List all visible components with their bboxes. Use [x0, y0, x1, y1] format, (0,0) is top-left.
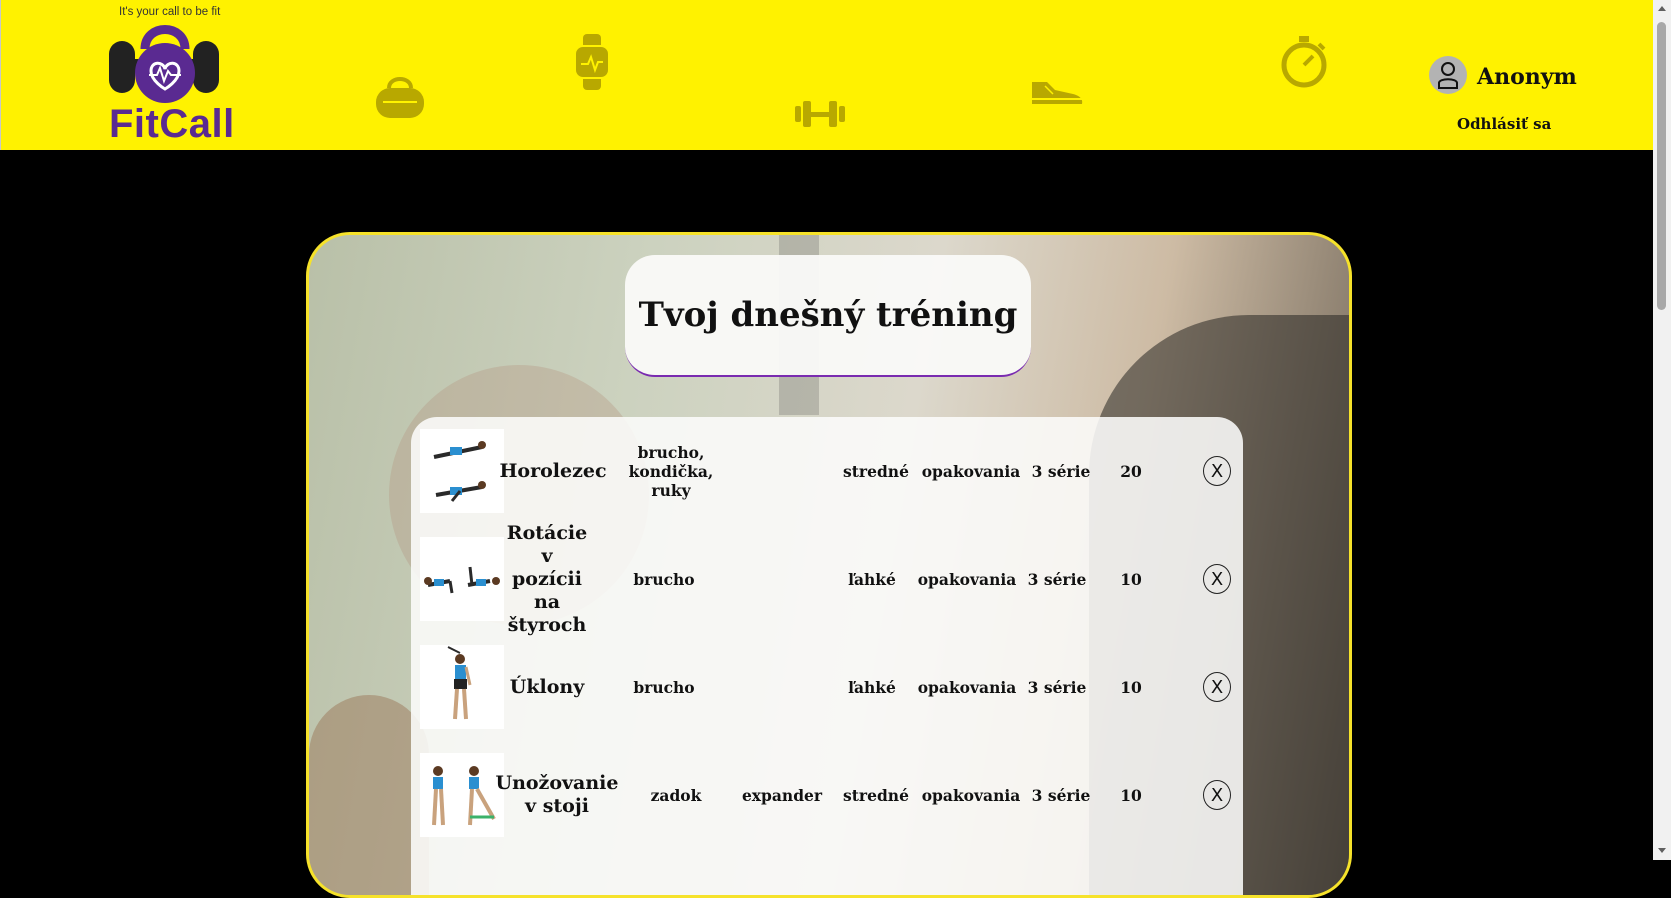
- exercise-equipment: [741, 417, 831, 525]
- exercise-difficulty: stredné: [843, 785, 909, 805]
- exercise-sets: 3 série: [1027, 677, 1087, 697]
- exercise-table: Horolezec brucho, kondička, ruky stredné…: [411, 417, 1243, 895]
- exercise-image: [420, 429, 504, 513]
- exercise-type: opakovania: [921, 785, 1021, 805]
- user-avatar[interactable]: [1429, 56, 1467, 94]
- exercise-count: 10: [1120, 785, 1142, 805]
- site-header: It's your call to be fit FitCall Anonym …: [0, 0, 1654, 150]
- exercise-muscles: brucho, kondička, ruky: [628, 442, 714, 500]
- exercise-equipment: [741, 633, 831, 741]
- exercise-sets: 3 série: [1031, 785, 1091, 805]
- title-box: Tvoj dnešný tréning: [625, 255, 1031, 377]
- sneaker-icon: [1032, 82, 1083, 104]
- exercise-equipment: [741, 525, 831, 633]
- table-row: Rotácie v pozícii na štyroch brucho ľahk…: [411, 521, 1243, 636]
- exercise-muscles: zadok: [650, 785, 702, 805]
- exercise-name: Úklony: [509, 675, 585, 698]
- exercise-count: 10: [1120, 677, 1142, 697]
- gym-bag-icon: [376, 77, 424, 118]
- exercise-difficulty: stredné: [843, 461, 909, 481]
- exercise-name: Unožovanie v stoji: [495, 772, 619, 817]
- exercise-sets: 3 série: [1031, 461, 1091, 481]
- user-icon: [1438, 62, 1458, 89]
- page-scrollbar[interactable]: [1653, 0, 1671, 860]
- table-row: Unožovanie v stoji zadok expander stredn…: [411, 741, 1243, 849]
- exercise-name: Rotácie v pozícii na štyroch: [506, 521, 588, 636]
- exercise-count: 10: [1120, 569, 1142, 589]
- exercise-type: opakovania: [917, 677, 1017, 697]
- exercise-sets: 3 série: [1027, 569, 1087, 589]
- remove-exercise-button[interactable]: X: [1203, 780, 1231, 810]
- workout-card: Tvoj dnešný tréning Horolezec brucho, ko…: [306, 232, 1352, 898]
- page-title: Tvoj dnešný tréning: [638, 295, 1018, 335]
- scroll-down-arrow[interactable]: [1658, 848, 1666, 853]
- exercise-image: [420, 645, 504, 729]
- exercise-equipment: expander: [741, 785, 823, 805]
- logout-link[interactable]: Odhlásiť sa: [1457, 115, 1551, 133]
- table-row: Úklony brucho ľahké opakovania 3 série 1…: [411, 633, 1243, 741]
- remove-exercise-button[interactable]: X: [1203, 672, 1231, 702]
- exercise-image: [420, 537, 504, 621]
- table-row: Horolezec brucho, kondička, ruky stredné…: [411, 417, 1243, 525]
- remove-exercise-button[interactable]: X: [1203, 564, 1231, 594]
- exercise-muscles: brucho: [633, 677, 695, 697]
- user-name: Anonym: [1477, 64, 1577, 90]
- fitcall-logo[interactable]: It's your call to be fit FitCall: [109, 4, 249, 146]
- exercise-count: 20: [1120, 461, 1142, 481]
- exercise-image: [420, 753, 504, 837]
- exercise-difficulty: ľahké: [848, 569, 896, 589]
- stopwatch-icon: [1281, 36, 1327, 88]
- remove-exercise-button[interactable]: X: [1203, 456, 1231, 486]
- brand-name: FitCall: [109, 102, 235, 146]
- smartwatch-icon: [574, 34, 610, 90]
- exercise-name: Horolezec: [499, 459, 607, 482]
- logo-tagline: It's your call to be fit: [119, 6, 221, 18]
- kettlebell-logo-icon: [109, 25, 219, 103]
- exercise-difficulty: ľahké: [848, 677, 896, 697]
- scrollbar-thumb[interactable]: [1657, 22, 1666, 310]
- scroll-up-arrow[interactable]: [1658, 6, 1666, 11]
- exercise-muscles: brucho: [633, 569, 695, 589]
- exercise-type: opakovania: [921, 461, 1021, 481]
- dumbbell-icon: [795, 101, 845, 127]
- exercise-type: opakovania: [917, 569, 1017, 589]
